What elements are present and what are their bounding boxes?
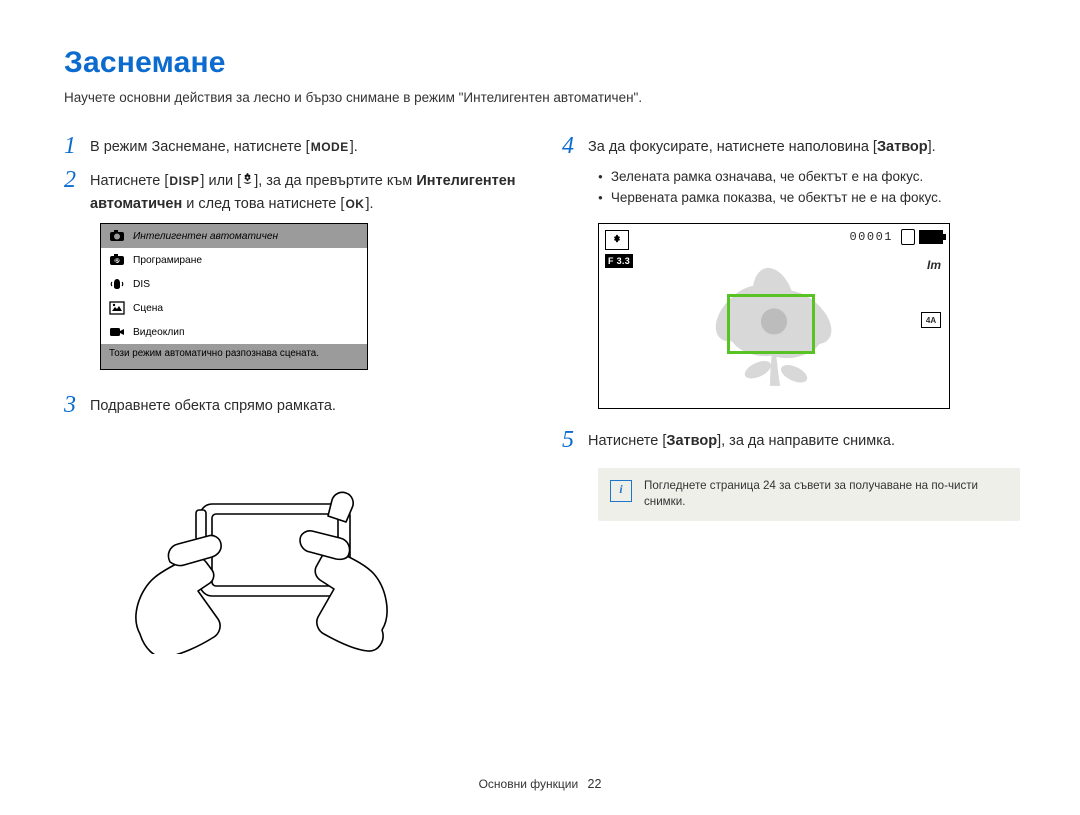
text: ], за да превъртите към: [254, 173, 416, 189]
step-number: 4: [562, 133, 588, 159]
mode-item: Интелигентен автоматичен: [101, 224, 367, 248]
mode-label: Програмиране: [133, 255, 202, 266]
shot-counter: 00001: [849, 230, 893, 244]
program-icon: P: [109, 253, 125, 267]
flash-auto-label: 4A: [921, 312, 941, 328]
content-columns: 1 В режим Заснемане, натиснете [MODE]. 2…: [64, 133, 1020, 654]
smart-auto-icon: [109, 229, 125, 243]
shutter-label: Затвор: [877, 139, 928, 155]
step-4: 4 За да фокусирате, натиснете наполовина…: [562, 133, 1020, 159]
tip-text: Погледнете страница 24 за съвети за полу…: [644, 478, 1008, 512]
manual-page: Заснемане Научете основни действия за ле…: [0, 0, 1080, 815]
text: ], за да направите снимка.: [717, 433, 895, 449]
text: ].: [365, 196, 373, 212]
step-2: 2 Натиснете [DISP] или [ ], за да превърт…: [64, 167, 522, 215]
text: ].: [350, 139, 358, 155]
step-text: За да фокусирате, натиснете наполовина […: [588, 133, 936, 158]
text: Натиснете [: [588, 433, 666, 449]
page-number: 22: [588, 777, 602, 791]
mode-item: DIS: [101, 272, 367, 296]
step-5: 5 Натиснете [Затвор], за да направите сн…: [562, 427, 1020, 453]
memory-card-icon: [901, 229, 915, 245]
mode-label: Сцена: [133, 303, 163, 314]
step-number: 2: [64, 167, 90, 193]
scene-icon: [109, 301, 125, 315]
text: Натиснете [: [90, 173, 168, 189]
mode-caption: Този режим автоматично разпознава сценат…: [101, 344, 367, 369]
step-text: Натиснете [DISP] или [ ], за да превъртит…: [90, 167, 522, 215]
mode-label: DIS: [133, 279, 150, 290]
f-number-badge: F 3.3: [605, 254, 633, 268]
focus-bullets: Зелената рамка означава, че обектът е на…: [598, 167, 1020, 209]
battery-icon: [919, 230, 943, 244]
svg-text:P: P: [115, 259, 119, 265]
footer-section: Основни функции: [479, 777, 579, 791]
video-icon: [109, 325, 125, 339]
left-column: 1 В режим Заснемане, натиснете [MODE]. 2…: [64, 133, 522, 654]
page-footer: Основни функции 22: [0, 777, 1080, 791]
mode-item: P Програмиране: [101, 248, 367, 272]
hands-camera-illustration: [100, 434, 420, 654]
macro-indicator-icon: [605, 230, 629, 250]
text: За да фокусирате, натиснете наполовина [: [588, 139, 877, 155]
ok-button-label: OK: [344, 197, 365, 211]
bullet-green: Зелената рамка означава, че обектът е на…: [598, 167, 1020, 188]
step-text: Подравнете обекта спрямо рамката.: [90, 392, 336, 417]
mode-item: Сцена: [101, 296, 367, 320]
step-number: 5: [562, 427, 588, 453]
image-size-label: Im: [927, 258, 941, 272]
text: ].: [928, 139, 936, 155]
camera-preview: F 3.3 00001 Im 4A: [598, 223, 950, 409]
mode-label: Интелигентен автоматичен: [133, 231, 278, 242]
text: ] или [: [200, 173, 241, 189]
mode-item: Видеоклип: [101, 320, 367, 344]
step-text: В режим Заснемане, натиснете [MODE].: [90, 133, 358, 158]
mode-label: Видеоклип: [133, 327, 185, 338]
info-icon: i: [610, 480, 632, 502]
mode-button-label: MODE: [310, 140, 350, 154]
macro-icon: [241, 173, 254, 189]
step-text: Натиснете [Затвор], за да направите сним…: [588, 427, 895, 452]
step-number: 3: [64, 392, 90, 418]
dis-icon: [109, 277, 125, 291]
step-3: 3 Подравнете обекта спрямо рамката.: [64, 392, 522, 418]
disp-button-label: DISP: [168, 174, 200, 188]
step-number: 1: [64, 133, 90, 159]
right-column: 4 За да фокусирате, натиснете наполовина…: [562, 133, 1020, 654]
text: В режим Заснемане, натиснете [: [90, 139, 310, 155]
intro-text: Научете основни действия за лесно и бърз…: [64, 90, 1020, 105]
page-title: Заснемане: [64, 46, 1020, 80]
step-1: 1 В режим Заснемане, натиснете [MODE].: [64, 133, 522, 159]
focus-rectangle: [727, 294, 815, 354]
text: и след това натиснете [: [182, 196, 344, 212]
tip-box: i Погледнете страница 24 за съвети за по…: [598, 468, 1020, 522]
mode-menu-illustration: Интелигентен автоматичен P Програмиране …: [100, 223, 368, 370]
bullet-red: Червената рамка показва, че обектът не е…: [598, 188, 1020, 209]
shutter-label: Затвор: [666, 433, 717, 449]
